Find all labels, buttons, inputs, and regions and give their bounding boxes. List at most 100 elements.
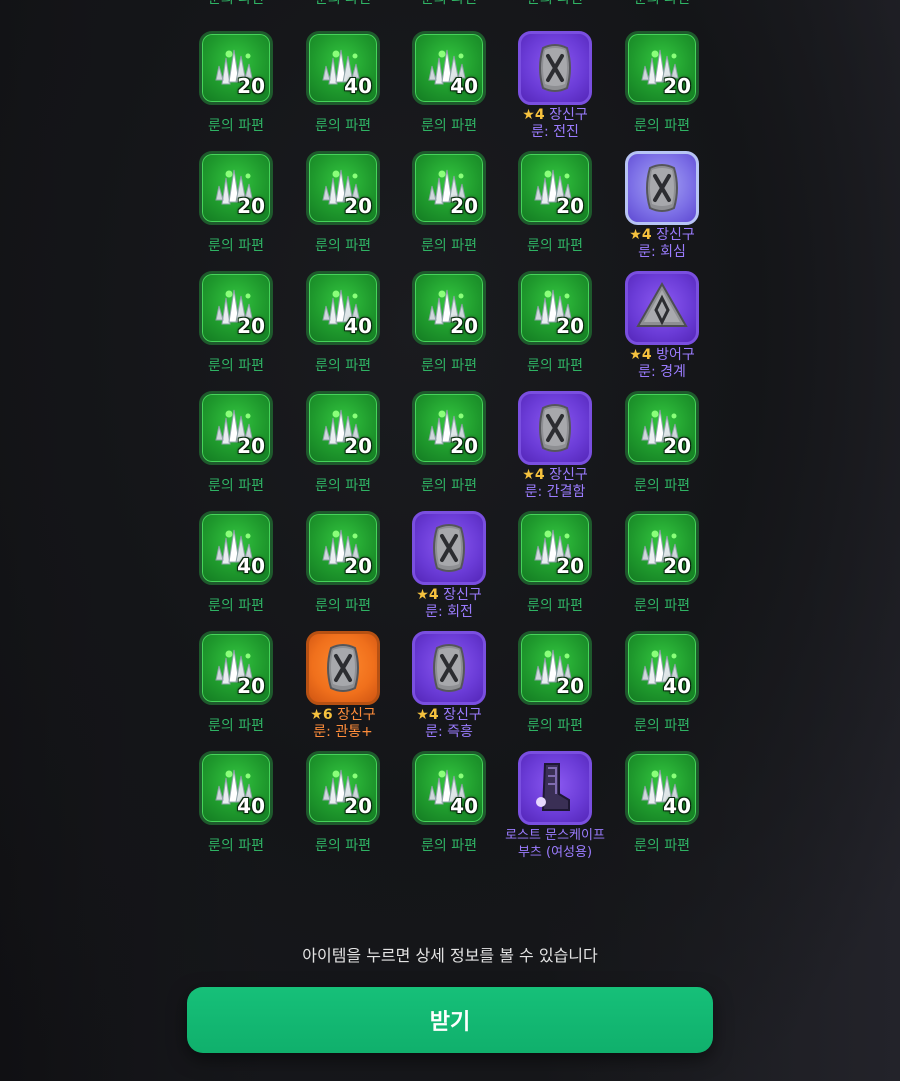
rune-stars: 4: [428, 707, 439, 723]
item-label: 룬의 파편: [421, 118, 477, 134]
item-count: 40: [237, 794, 265, 818]
item-label: 룬의 파편: [634, 718, 690, 734]
item-tile[interactable]: [306, 631, 380, 705]
item-tile[interactable]: 20: [306, 511, 380, 585]
item-tile[interactable]: 40: [199, 751, 273, 825]
rune-info: ★4 장신구 룬: 간결함: [502, 467, 608, 501]
item-tile[interactable]: 40: [412, 31, 486, 105]
rune-stars: 4: [641, 227, 652, 243]
item-label: 룬의 파편: [527, 598, 583, 614]
item-count: 20: [237, 434, 265, 458]
item-label: 룬의 파편: [634, 598, 690, 614]
item-count: 20: [344, 794, 372, 818]
rune-info: ★4 방어구 룬: 경계: [609, 347, 715, 381]
item-label: 룬의 파편: [208, 118, 264, 134]
item-tile[interactable]: [518, 751, 592, 825]
item-tile[interactable]: [412, 511, 486, 585]
rune-name: 룬: 전진: [531, 124, 579, 140]
item-count: 20: [344, 434, 372, 458]
item-tile[interactable]: 20: [412, 151, 486, 225]
item-count: 40: [237, 554, 265, 578]
item-label: 룬의 파편: [396, 0, 502, 8]
item-label: 룬의 파편: [208, 238, 264, 254]
item-label: 룬의 파편: [502, 0, 608, 8]
item-count: 40: [344, 74, 372, 98]
item-tile[interactable]: 20: [625, 511, 699, 585]
star-icon: ★: [522, 107, 535, 123]
item-label: 룬의 파편: [315, 478, 371, 494]
item-count: 20: [237, 674, 265, 698]
item-label: 룬의 파편: [208, 358, 264, 374]
item-tile[interactable]: 40: [625, 631, 699, 705]
item-tile[interactable]: 20: [306, 751, 380, 825]
rune-grade-line: ★6 장신구: [290, 707, 396, 724]
rune-stars: 4: [534, 467, 545, 483]
rune-grade-line: ★4 장신구: [396, 707, 502, 724]
item-count: 20: [344, 194, 372, 218]
star-icon: ★: [416, 707, 429, 723]
item-tile[interactable]: 20: [625, 391, 699, 465]
item-tile[interactable]: [518, 31, 592, 105]
item-label: 룬의 파편: [421, 478, 477, 494]
item-tile[interactable]: 20: [199, 271, 273, 345]
item-tile[interactable]: 40: [625, 751, 699, 825]
item-tile[interactable]: 20: [199, 631, 273, 705]
rune-grade-line: ★4 장신구: [609, 227, 715, 244]
item-tile[interactable]: 20: [518, 631, 592, 705]
item-tile[interactable]: 20: [518, 511, 592, 585]
rune-type: 장신구: [443, 587, 482, 603]
item-count: 40: [663, 794, 691, 818]
item-count: 20: [556, 554, 584, 578]
item-label: 룬의 파편: [634, 478, 690, 494]
rune-name: 룬: 즉흥: [425, 724, 473, 740]
rune-name: 룬: 관통+: [313, 724, 373, 740]
item-tile[interactable]: [625, 271, 699, 345]
item-tile[interactable]: 20: [199, 31, 273, 105]
item-tile[interactable]: 20: [306, 391, 380, 465]
item-name-line1: 로스트 문스케이프: [505, 828, 605, 843]
item-tile[interactable]: 40: [306, 31, 380, 105]
rune-stars: 4: [534, 107, 545, 123]
item-tile[interactable]: 20: [199, 151, 273, 225]
item-count: 20: [344, 554, 372, 578]
item-tile[interactable]: 20: [518, 151, 592, 225]
rune-info: ★6 장신구 룬: 관통+: [290, 707, 396, 741]
rune-info: ★4 장신구 룬: 즉흥: [396, 707, 502, 741]
item-label: 룬의 파편: [527, 358, 583, 374]
reward-grid: 룬의 파편룬의 파편룬의 파편룬의 파편룬의 파편20룬의 파편40룬의 파편4…: [0, 0, 900, 880]
item-count: 20: [663, 74, 691, 98]
star-icon: ★: [310, 707, 323, 723]
item-tile[interactable]: [625, 151, 699, 225]
item-tile[interactable]: 40: [306, 271, 380, 345]
rune-info: ★4 장신구 룬: 전진: [502, 107, 608, 141]
item-info: 로스트 문스케이프부츠 (여성용): [502, 827, 608, 861]
item-tile[interactable]: 20: [412, 271, 486, 345]
item-name-line2: 부츠 (여성용): [517, 845, 593, 860]
rune-name: 룬: 회심: [638, 244, 686, 260]
item-label: 룬의 파편: [290, 0, 396, 8]
item-tile[interactable]: [412, 631, 486, 705]
item-count: 20: [237, 74, 265, 98]
item-label: 룬의 파편: [421, 838, 477, 854]
rune-type: 장신구: [656, 227, 695, 243]
item-tile[interactable]: [518, 391, 592, 465]
rune-stars: 4: [641, 347, 652, 363]
item-label: 룬의 파편: [315, 838, 371, 854]
item-tile[interactable]: 40: [199, 511, 273, 585]
item-tile[interactable]: 20: [199, 391, 273, 465]
item-tile[interactable]: 20: [412, 391, 486, 465]
item-label: 룬의 파편: [421, 238, 477, 254]
item-tile[interactable]: 20: [625, 31, 699, 105]
item-label: 룬의 파편: [634, 118, 690, 134]
item-tile[interactable]: 40: [412, 751, 486, 825]
rune-grade-line: ★4 장신구: [502, 467, 608, 484]
item-count: 40: [450, 794, 478, 818]
item-label: 룬의 파편: [421, 358, 477, 374]
item-label: 룬의 파편: [315, 598, 371, 614]
item-tile[interactable]: 20: [306, 151, 380, 225]
item-tile[interactable]: 20: [518, 271, 592, 345]
claim-button[interactable]: 받기: [187, 987, 713, 1053]
item-label: 룬의 파편: [208, 718, 264, 734]
rune-info: ★4 장신구 룬: 회전: [396, 587, 502, 621]
star-icon: ★: [416, 587, 429, 603]
